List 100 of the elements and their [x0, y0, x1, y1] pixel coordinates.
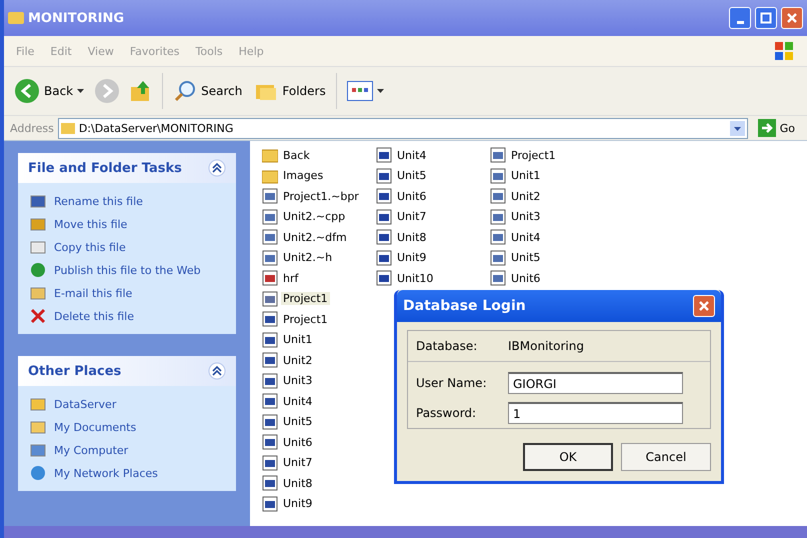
file-name[interactable]: Images [281, 169, 326, 182]
file-icon [262, 311, 278, 328]
file-icon [490, 147, 506, 164]
file-name[interactable]: Unit2 [509, 190, 542, 203]
task-link[interactable]: E-mail this file [54, 286, 132, 300]
file-icon [376, 250, 392, 266]
collapse-icon[interactable] [208, 362, 226, 380]
dropdown-icon[interactable] [730, 120, 745, 136]
minimize-button[interactable] [729, 7, 751, 29]
file-name[interactable]: Unit2 [281, 354, 314, 367]
file-name[interactable]: Project1 [281, 312, 330, 326]
views-icon [346, 81, 373, 101]
file-name[interactable]: Project1 [281, 292, 330, 306]
user-name-field[interactable]: GIORGI [508, 372, 683, 394]
file-icon [376, 208, 392, 225]
file-icon [262, 372, 278, 389]
file-name[interactable]: Unit5 [395, 169, 428, 182]
task-link[interactable]: DataServer [54, 398, 116, 410]
file-icon [490, 188, 506, 204]
file-icon [262, 414, 278, 430]
user-name-label: User Name: [416, 376, 488, 390]
panel-header[interactable]: File and Folder Tasks [18, 153, 236, 183]
task-link[interactable]: My Computer [54, 444, 128, 456]
address-field[interactable]: D:\DataServer\MONITORING [58, 118, 748, 138]
file-name[interactable]: Unit7 [395, 210, 428, 224]
database-label: Database: [416, 339, 478, 353]
file-icon [490, 270, 506, 286]
file-name[interactable]: Unit4 [509, 230, 542, 244]
password-field[interactable]: 1 [508, 402, 683, 424]
file-icon [490, 208, 506, 225]
address-label: Address [10, 122, 54, 134]
file-icon [262, 208, 278, 225]
file-name[interactable]: Unit2.~h [281, 251, 334, 264]
file-name[interactable]: Unit8 [395, 230, 428, 244]
file-icon [490, 168, 506, 184]
folders-button[interactable]: Folders [252, 77, 328, 105]
file-icon [376, 168, 392, 184]
file-icon [262, 332, 278, 348]
task-link[interactable]: Move this file [54, 218, 128, 230]
file-name[interactable]: Unit3 [281, 374, 314, 388]
cancel-button[interactable]: Cancel [621, 443, 711, 471]
task-link[interactable]: Delete this file [54, 310, 134, 322]
database-name: IBMonitoring [508, 339, 584, 353]
file-name[interactable]: Unit5 [509, 251, 542, 264]
search-button[interactable]: Search [171, 77, 244, 105]
file-name[interactable]: Unit2.~dfm [281, 230, 349, 244]
close-button[interactable] [693, 295, 715, 317]
back-button[interactable]: Back [12, 76, 86, 106]
close-icon [698, 300, 710, 312]
search-icon [173, 79, 198, 103]
file-icon [262, 188, 278, 204]
file-icon [376, 270, 392, 286]
close-button[interactable] [781, 7, 803, 29]
file-name[interactable]: Unit6 [509, 272, 542, 285]
file-icon [262, 352, 278, 368]
dialog-title: Database Login [403, 298, 526, 314]
folder-icon [30, 396, 46, 412]
file-name[interactable]: Unit10 [395, 272, 436, 285]
file-name[interactable]: Unit4 [281, 394, 314, 408]
task-link[interactable]: Copy this file [54, 240, 126, 254]
file-name[interactable]: Unit3 [509, 210, 542, 224]
file-name[interactable]: Unit2.~cpp [281, 210, 348, 224]
delete-icon [30, 308, 46, 324]
caret-icon [376, 89, 384, 93]
go-button[interactable]: Go [752, 118, 801, 138]
folder-icon [262, 168, 278, 184]
file-name[interactable]: Unit4 [395, 148, 428, 162]
file-icon [490, 229, 506, 246]
file-name[interactable]: Unit6 [281, 436, 314, 449]
file-icon [262, 434, 278, 450]
views-button[interactable] [344, 79, 386, 103]
file-name[interactable]: Project1 [509, 148, 558, 162]
file-name[interactable]: hrf [281, 272, 300, 285]
file-name[interactable]: Unit7 [281, 456, 314, 470]
file-icon [490, 250, 506, 266]
file-name[interactable]: Unit8 [281, 476, 314, 490]
file-name[interactable]: Unit5 [281, 415, 314, 428]
file-name[interactable]: Unit1 [281, 333, 314, 346]
file-name[interactable]: Unit6 [395, 190, 428, 203]
file-name[interactable]: Unit1 [509, 169, 542, 182]
maximize-icon [760, 12, 772, 24]
ok-button[interactable]: OK [523, 443, 613, 471]
maximize-button[interactable] [755, 7, 777, 29]
panel-header[interactable]: Other Places [18, 356, 236, 386]
file-name[interactable]: Back [281, 148, 312, 162]
file-icon [262, 270, 278, 286]
file-icon [376, 147, 392, 164]
task-link[interactable]: My Network Places [54, 466, 158, 480]
file-icon [376, 188, 392, 204]
file-name[interactable]: Project1.~bpr [281, 190, 361, 203]
file-name[interactable]: Unit9 [395, 251, 428, 264]
file-icon [262, 290, 278, 307]
file-icon [262, 229, 278, 246]
caret-icon [77, 89, 84, 93]
task-link[interactable]: My Documents [54, 420, 136, 434]
file-name[interactable]: Unit9 [281, 497, 314, 510]
collapse-icon[interactable] [208, 159, 226, 177]
task-link[interactable]: Publish this file to the Web [54, 264, 201, 276]
file-icon [262, 250, 278, 266]
task-link[interactable]: Rename this file [54, 194, 143, 208]
